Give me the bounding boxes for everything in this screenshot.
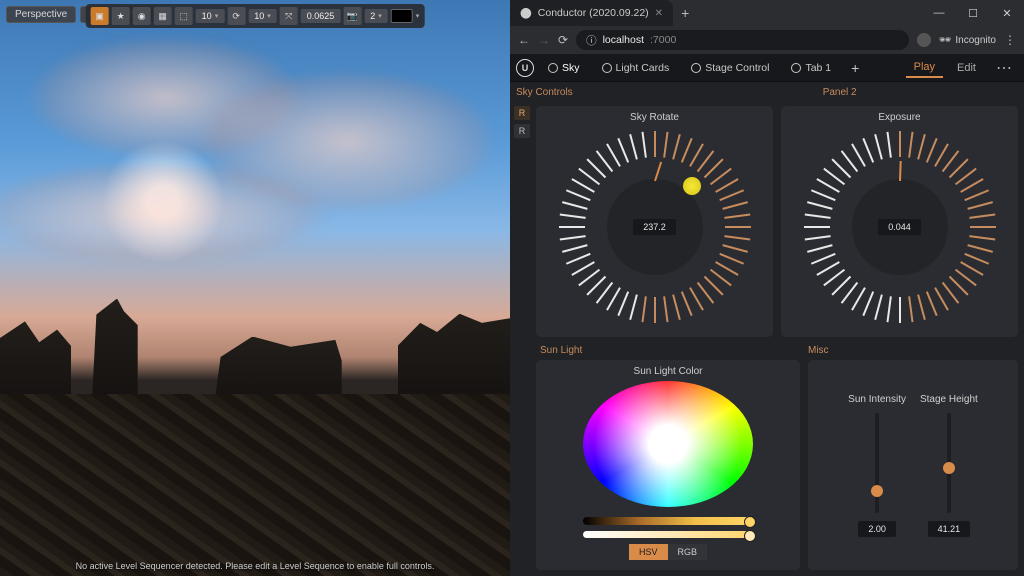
browser-window: ⬤ Conductor (2020.09.22) ✕ + — ☐ ✕ ← → ⟳…	[510, 0, 1024, 576]
slider-knob[interactable]	[744, 516, 756, 528]
color-wheel-cursor[interactable]	[664, 440, 672, 448]
sun-intensity-label: Sun Intensity	[848, 394, 906, 405]
mode-rgb-button[interactable]: RGB	[668, 544, 708, 560]
tab-close-icon[interactable]: ✕	[655, 8, 663, 19]
tab-title: Conductor (2020.09.22)	[538, 7, 649, 19]
perspective-button[interactable]: Perspective	[6, 6, 76, 23]
misc-card: Sun Intensity 2.00 Stage Height 41.21	[808, 360, 1018, 570]
camera-speed-field[interactable]: 2▾	[364, 9, 388, 23]
window-minimize-button[interactable]: —	[922, 7, 956, 20]
section-misc: Misc	[808, 345, 1018, 356]
tab-dot-icon	[791, 63, 801, 73]
sun-intensity-slider[interactable]	[875, 413, 879, 513]
incognito-badge: 🕶 Incognito	[939, 35, 996, 46]
browser-menu-icon[interactable]: ⋮	[1004, 33, 1016, 47]
site-info-icon[interactable]: ⓘ	[586, 33, 597, 48]
viewport[interactable]: Perspective Lit Show ▣ ★ ◉ ▦ ⬚ 10▾ ⟳ 10▾…	[0, 0, 510, 576]
realtime-icon[interactable]: ◉	[133, 7, 151, 25]
tab-stage-control[interactable]: Stage Control	[683, 58, 777, 78]
sky-rotate-dial[interactable]: 237.2	[555, 127, 755, 327]
tab-dot-icon	[548, 63, 558, 73]
mode-play[interactable]: Play	[906, 58, 943, 78]
panel-header: Sky Controls Panel 2	[510, 82, 1024, 102]
sun-light-color-title: Sun Light Color	[634, 366, 703, 377]
viewport-center-toolbar: ▣ ★ ◉ ▦ ⬚ 10▾ ⟳ 10▾ ⤧ 0.0625 📷 2▾ ▾	[86, 4, 425, 28]
dial-highlight	[683, 177, 701, 195]
bookmark-icon[interactable]: ★	[112, 7, 130, 25]
scale-snap-icon[interactable]: ⤧	[280, 7, 298, 25]
omnibox[interactable]: ⓘ localhost :7000	[576, 30, 909, 50]
sky-rotate-title: Sky Rotate	[630, 112, 679, 123]
nav-back-icon[interactable]: ←	[518, 33, 530, 47]
stage-height-label: Stage Height	[920, 394, 978, 405]
lightness-slider[interactable]	[583, 531, 753, 538]
browser-tab[interactable]: ⬤ Conductor (2020.09.22) ✕	[510, 0, 673, 26]
incognito-icon: 🕶	[939, 35, 952, 46]
browser-titlebar: ⬤ Conductor (2020.09.22) ✕ + — ☐ ✕	[510, 0, 1024, 26]
browser-addressbar: ← → ⟳ ⓘ localhost :7000 🕶 Incognito ⋮	[510, 26, 1024, 54]
tab-tab1[interactable]: Tab 1	[783, 58, 839, 78]
app-menu-icon[interactable]: ⋯	[990, 58, 1018, 78]
slider-knob[interactable]	[943, 462, 955, 474]
tab-favicon: ⬤	[520, 7, 532, 19]
panel-sidebar: R R	[510, 102, 534, 576]
conductor-appbar: U Sky Light Cards Stage Control Tab 1 + …	[510, 54, 1024, 82]
mode-edit[interactable]: Edit	[949, 59, 984, 77]
tab-dot-icon	[691, 63, 701, 73]
exposure-card: Exposure 0.044	[781, 106, 1018, 337]
stage-height-control: Stage Height 41.21	[920, 394, 978, 560]
add-tab-button[interactable]: +	[845, 60, 865, 76]
stage-height-value: 41.21	[928, 521, 971, 537]
viewport-menu-caret[interactable]: ▾	[416, 12, 420, 20]
exposure-value: 0.044	[878, 219, 921, 235]
value-slider[interactable]	[583, 517, 753, 524]
exposure-dial[interactable]: 0.044	[800, 127, 1000, 327]
angle-snap-field[interactable]: 10▾	[196, 9, 225, 23]
game-mode-icon[interactable]: ▣	[91, 7, 109, 25]
panel-label-sky-controls: Sky Controls	[510, 87, 573, 98]
new-tab-button[interactable]: +	[673, 5, 697, 21]
window-controls: — ☐ ✕	[922, 7, 1024, 20]
mode-hsv-button[interactable]: HSV	[629, 544, 668, 560]
stage-height-slider[interactable]	[947, 413, 951, 513]
section-sun-light: Sun Light	[540, 345, 582, 356]
color-wheel[interactable]	[583, 381, 753, 507]
scale-snap-field[interactable]: 0.0625	[301, 9, 341, 23]
window-close-button[interactable]: ✕	[990, 7, 1024, 20]
sun-intensity-control: Sun Intensity 2.00	[848, 394, 906, 560]
nav-reload-icon[interactable]: ⟳	[558, 33, 568, 47]
slider-knob[interactable]	[871, 485, 883, 497]
viewport-scene	[0, 0, 510, 576]
nav-forward-icon[interactable]: →	[538, 33, 550, 47]
slider-knob[interactable]	[744, 530, 756, 542]
url-path: :7000	[650, 34, 676, 46]
panel-label-panel2: Panel 2	[817, 87, 857, 98]
window-maximize-button[interactable]: ☐	[956, 7, 990, 20]
sky-rotate-card: Sky Rotate 237.2	[536, 106, 773, 337]
tab-dot-icon	[602, 63, 612, 73]
rotate-snap-icon[interactable]: ⟳	[227, 7, 245, 25]
bgcolor-swatch[interactable]	[391, 9, 413, 23]
sidebar-r-button[interactable]: R	[514, 124, 530, 138]
sun-light-card: Sun Light Color HSV RGB	[536, 360, 800, 570]
extension-icon[interactable]	[917, 33, 931, 47]
sidebar-r-button[interactable]: R	[514, 106, 530, 120]
url-host: localhost	[603, 34, 644, 46]
exposure-title: Exposure	[878, 112, 920, 123]
sky-rotate-value: 237.2	[633, 219, 676, 235]
sun-intensity-value: 2.00	[858, 521, 896, 537]
ue-logo-icon[interactable]: U	[516, 59, 534, 77]
grid-icon[interactable]: ▦	[154, 7, 172, 25]
tab-sky[interactable]: Sky	[540, 58, 588, 78]
viewport-status: No active Level Sequencer detected. Plea…	[0, 561, 510, 571]
section-header: Sun Light Misc	[534, 343, 1024, 358]
camera-speed-icon[interactable]: 📷	[343, 7, 361, 25]
move-snap-field[interactable]: 10▾	[248, 9, 277, 23]
tab-light-cards[interactable]: Light Cards	[594, 58, 678, 78]
color-mode-toggle: HSV RGB	[629, 544, 707, 560]
surface-snap-icon[interactable]: ⬚	[175, 7, 193, 25]
